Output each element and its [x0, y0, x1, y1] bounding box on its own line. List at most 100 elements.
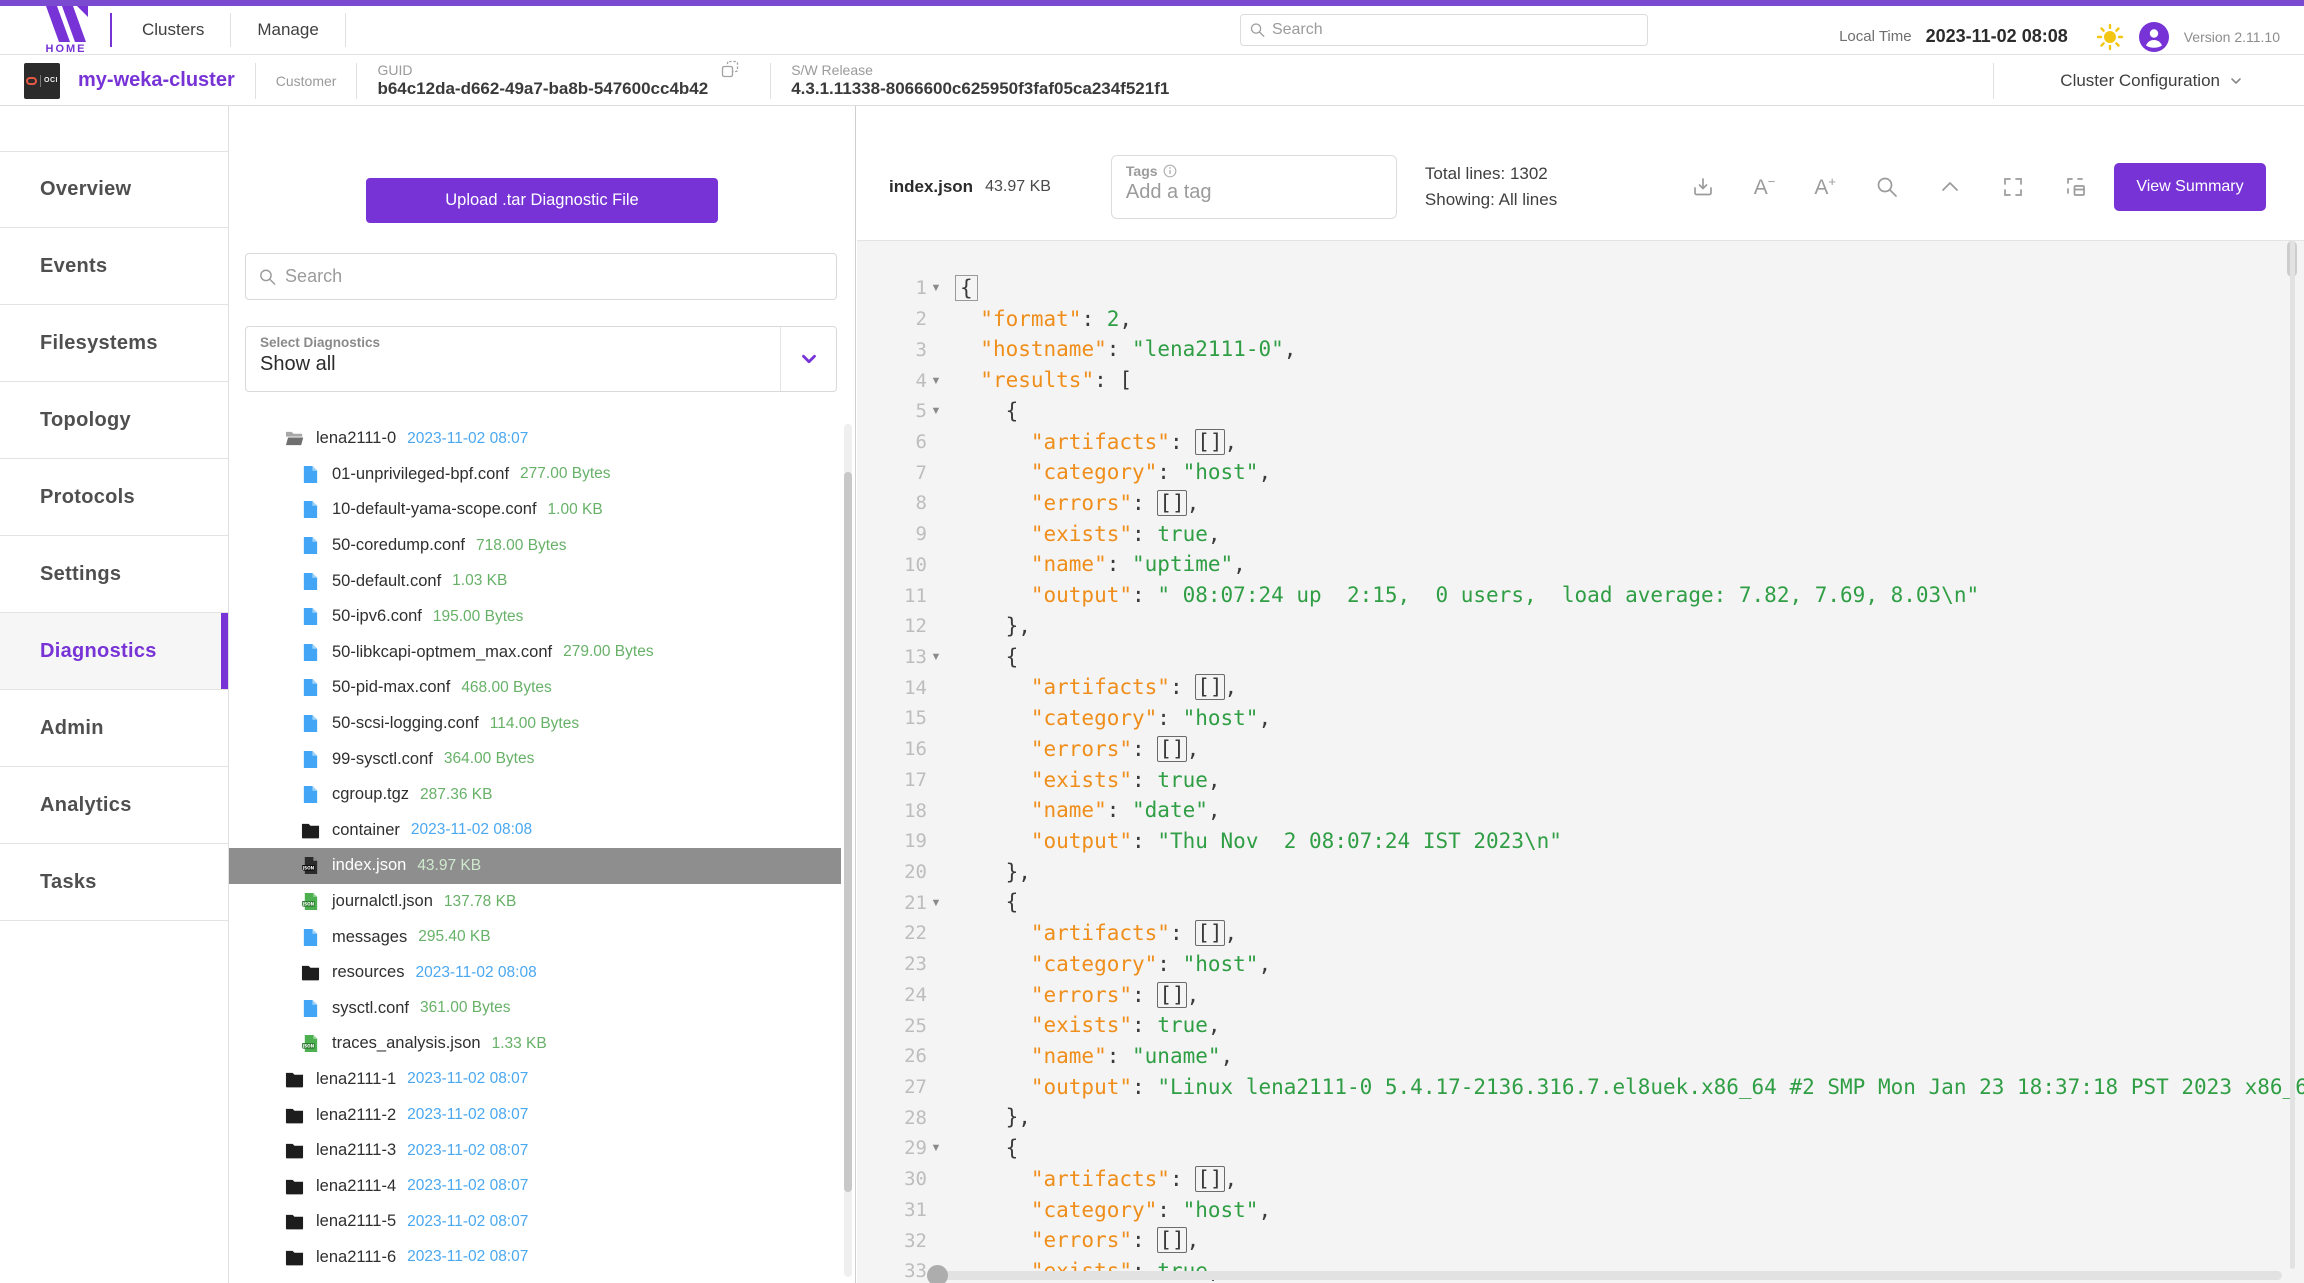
sidebar-item-analytics[interactable]: Analytics — [0, 767, 228, 844]
sidebar-item-diagnostics[interactable]: Diagnostics — [0, 613, 228, 690]
fullscreen-icon[interactable] — [2001, 175, 2025, 199]
viewer-file-size: 43.97 KB — [985, 178, 1051, 196]
font-decrease-icon[interactable]: A− — [1754, 174, 1776, 200]
tree-item-date: 2023-11-02 08:07 — [407, 430, 528, 448]
font-increase-icon[interactable]: A+ — [1814, 174, 1836, 200]
code-horizontal-scrollbar[interactable] — [927, 1271, 2282, 1280]
global-search-box[interactable] — [1240, 14, 1648, 46]
sidebar-item-admin[interactable]: Admin — [0, 690, 228, 767]
tree-item-50-default.conf[interactable]: 50-default.conf1.03 KB — [229, 563, 841, 599]
tree-item-sysctl.conf[interactable]: sysctl.conf361.00 Bytes — [229, 991, 841, 1027]
tree-item-lena2111-2[interactable]: lena2111-22023-11-02 08:07 — [229, 1097, 841, 1133]
select-diagnostics-dropdown[interactable]: Select Diagnostics Show all — [245, 326, 837, 392]
tree-item-lena2111-5[interactable]: lena2111-5 2023-11-02 08:07 — [229, 1204, 841, 1240]
sidebar-item-settings[interactable]: Settings — [0, 536, 228, 613]
showing-lines-text: Showing: All lines — [1425, 187, 1557, 213]
collapse-toggle-icon[interactable]: ▼ — [927, 375, 945, 387]
tree-item-50-ipv6.conf[interactable]: 50-ipv6.conf195.00 Bytes — [229, 599, 841, 635]
code-text: "errors": [], — [955, 980, 1199, 1011]
user-avatar[interactable] — [2138, 21, 2170, 53]
nav-item-clusters[interactable]: Clusters — [116, 13, 230, 47]
tree-item-lena2111-3[interactable]: lena2111-32023-11-02 08:07 — [229, 1133, 841, 1169]
code-text: "format": 2, — [955, 304, 1132, 335]
tree-item-messages[interactable]: messages295.40 KB — [229, 919, 841, 955]
download-icon[interactable] — [1691, 175, 1715, 199]
sidebar-item-overview[interactable]: Overview — [0, 151, 228, 228]
tree-item-label: lena2111-4 — [316, 1177, 396, 1196]
tree-item-50-pid-max.conf[interactable]: 50-pid-max.conf468.00 Bytes — [229, 670, 841, 706]
tree-item-date: 2023-11-02 08:07 — [407, 1142, 528, 1160]
tags-input-box[interactable]: Tags — [1111, 155, 1397, 219]
collapse-toggle-icon[interactable]: ▼ — [927, 1142, 945, 1154]
search-icon[interactable] — [1875, 175, 1899, 199]
weka-home-logo[interactable]: HOME — [30, 6, 102, 55]
tree-item-99-sysctl.conf[interactable]: 99-sysctl.conf364.00 Bytes — [229, 741, 841, 777]
code-line-5: 5▼ { — [857, 396, 2304, 427]
code-text: "artifacts": [], — [955, 1164, 1237, 1195]
line-number: 24 — [904, 984, 927, 1006]
sidebar-item-events[interactable]: Events — [0, 228, 228, 305]
collapse-toggle-icon[interactable]: ▼ — [927, 282, 945, 294]
collapse-toggle-icon[interactable]: ▼ — [927, 651, 945, 663]
tree-item-date: 2023-11-02 08:07 — [407, 1213, 528, 1231]
code-text: "errors": [], — [955, 488, 1199, 519]
tree-item-label: 99-sysctl.conf — [332, 750, 433, 769]
tree-item-lena2111-0[interactable]: lena2111-02023-11-02 08:07 — [229, 421, 841, 457]
tree-search-input[interactable] — [285, 266, 824, 287]
tree-item-date: 2023-11-02 08:07 — [407, 1106, 528, 1124]
tree-item-lena2111-4[interactable]: lena2111-42023-11-02 08:07 — [229, 1168, 841, 1204]
guid-label: GUID — [377, 62, 708, 78]
code-horizontal-scrollbar-thumb[interactable] — [927, 1265, 948, 1283]
cluster-name[interactable]: my-weka-cluster — [78, 69, 235, 92]
tree-item-container[interactable]: container2023-11-02 08:08 — [229, 813, 841, 849]
sidebar-item-protocols[interactable]: Protocols — [0, 459, 228, 536]
copy-guid-icon[interactable] — [720, 59, 740, 84]
tree-scrollbar[interactable] — [844, 424, 852, 1277]
nav-item-manage[interactable]: Manage — [231, 13, 344, 47]
tree-scrollbar-thumb[interactable] — [844, 472, 852, 1192]
global-search-input[interactable] — [1272, 21, 1639, 39]
tree-item-size: 718.00 Bytes — [476, 537, 566, 555]
file-icon — [301, 571, 321, 591]
line-number: 9 — [916, 523, 927, 545]
code-line-27: 27 "output": "Linux lena2111-0 5.4.17-21… — [857, 1072, 2304, 1103]
oci-cloud-badge: OCI — [24, 63, 60, 99]
tree-item-lena2111-1[interactable]: lena2111-12023-11-02 08:07 — [229, 1062, 841, 1098]
version-label: Version 2.11.10 — [2184, 29, 2280, 45]
tree-item-cgroup.tgz[interactable]: cgroup.tgz287.36 KB — [229, 777, 841, 813]
tree-item-index.json[interactable]: JSONindex.json43.97 KB — [229, 848, 841, 884]
dropdown-caret-area[interactable] — [780, 327, 836, 391]
cluster-configuration-menu[interactable]: Cluster Configuration — [2060, 71, 2244, 91]
tree-search-box[interactable] — [245, 253, 837, 300]
add-tag-input[interactable] — [1126, 181, 1366, 204]
tree-item-lena2111-6[interactable]: lena2111-62023-11-02 08:07 — [229, 1240, 841, 1276]
folder-icon — [285, 1176, 305, 1196]
tree-item-10-default-yama-scope.conf[interactable]: 10-default-yama-scope.conf1.00 KB — [229, 492, 841, 528]
tree-item-traces_analysis.json[interactable]: JSONtraces_analysis.json1.33 KB — [229, 1026, 841, 1062]
view-summary-button[interactable]: View Summary — [2114, 163, 2266, 211]
tree-item-50-libkcapi-optmem_max.conf[interactable]: 50-libkcapi-optmem_max.conf279.00 Bytes — [229, 635, 841, 671]
tree-item-label: lena2111-5 — [316, 1212, 396, 1231]
tree-item-journalctl.json[interactable]: JSONjournalctl.json137.78 KB — [229, 884, 841, 920]
json-code-lines: 1▼{2 "format": 2,3 "hostname": "lena2111… — [857, 273, 2304, 1283]
folder-icon — [285, 1105, 305, 1125]
code-line-18: 18 "name": "date", — [857, 795, 2304, 826]
svg-text:JSON: JSON — [302, 902, 315, 907]
upload-diagnostic-button[interactable]: Upload .tar Diagnostic File — [366, 178, 718, 223]
sidebar-item-filesystems[interactable]: Filesystems — [0, 305, 228, 382]
code-text: { — [955, 642, 1018, 673]
tree-item-resources[interactable]: resources2023-11-02 08:08 — [229, 955, 841, 991]
collapse-toggle-icon[interactable]: ▼ — [927, 897, 945, 909]
tree-item-01-unprivileged-bpf.conf[interactable]: 01-unprivileged-bpf.conf277.00 Bytes — [229, 457, 841, 493]
theme-sun-icon[interactable] — [2096, 23, 2124, 51]
sidebar-item-topology[interactable]: Topology — [0, 382, 228, 459]
exit-fullscreen-icon[interactable] — [2064, 175, 2088, 199]
collapse-toggle-icon[interactable]: ▼ — [927, 405, 945, 417]
collapse-icon[interactable] — [1938, 175, 1962, 199]
code-vertical-scrollbar[interactable] — [2290, 241, 2295, 1269]
code-line-4: 4▼ "results": [ — [857, 365, 2304, 396]
tree-item-50-scsi-logging.conf[interactable]: 50-scsi-logging.conf114.00 Bytes — [229, 706, 841, 742]
sidebar-item-tasks[interactable]: Tasks — [0, 844, 228, 921]
tree-item-50-coredump.conf[interactable]: 50-coredump.conf718.00 Bytes — [229, 528, 841, 564]
tree-item-size: 277.00 Bytes — [520, 465, 610, 483]
